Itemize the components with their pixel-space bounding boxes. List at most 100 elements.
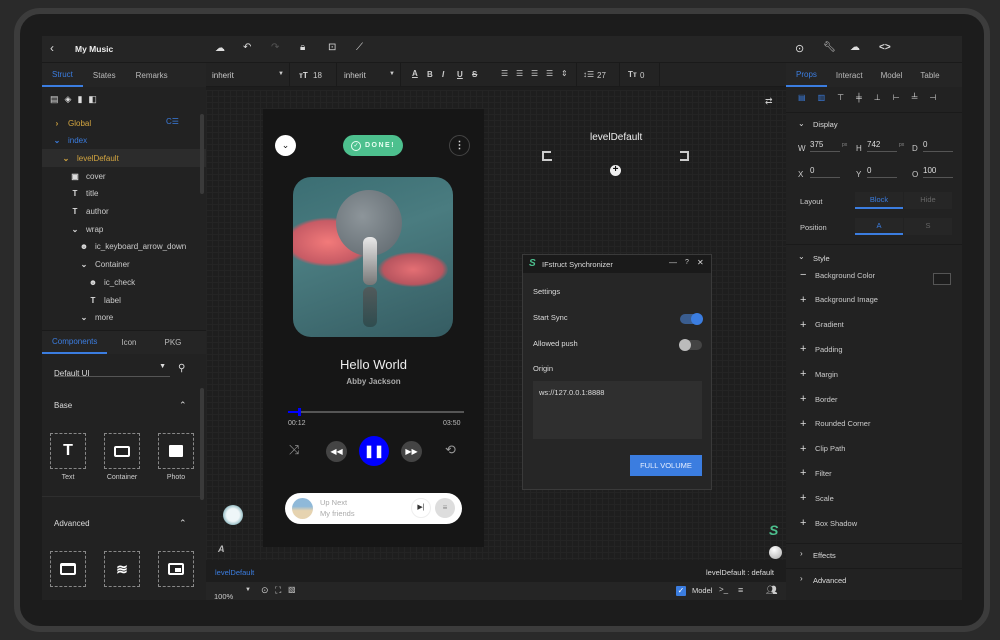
plus-icon[interactable]: + xyxy=(800,517,812,529)
text-color-icon[interactable]: A xyxy=(412,69,418,78)
undo-icon[interactable]: ↶ xyxy=(243,42,251,53)
back-icon[interactable]: ‹ xyxy=(50,41,54,55)
dialog-titlebar[interactable]: S IFstruct Synchronizer — ? ✕ xyxy=(523,255,711,273)
tree-item-leveldefault[interactable]: ⌄ levelDefault xyxy=(42,149,206,168)
filter-icon[interactable]: ≡ xyxy=(738,585,743,595)
pause-button[interactable]: ❚❚ xyxy=(359,436,389,466)
bold-icon[interactable]: B xyxy=(427,70,433,79)
cloud-icon[interactable]: ☁ xyxy=(850,42,860,53)
depth-field[interactable]: 0 xyxy=(923,140,953,152)
fullscreen-icon[interactable]: ⛶ xyxy=(275,585,281,596)
playlist-icon[interactable]: ≡ xyxy=(435,498,455,518)
tab-model[interactable]: Model xyxy=(872,63,912,87)
align-bottom-icon[interactable]: ⊥ xyxy=(874,93,881,102)
height-field[interactable]: 742 xyxy=(867,140,897,152)
plus-icon[interactable]: + xyxy=(800,319,812,331)
layout-block-option[interactable]: Block xyxy=(855,192,903,209)
tree-scrollbar[interactable] xyxy=(200,114,204,194)
tab-components[interactable]: Components xyxy=(42,331,108,354)
tab-interact[interactable]: Interact xyxy=(827,63,872,87)
minus-icon[interactable]: − xyxy=(800,269,812,281)
strikethrough-icon[interactable]: S xyxy=(472,70,477,79)
tree-item-more[interactable]: ⌄ more xyxy=(42,309,206,327)
layers-icon[interactable]: ◈ xyxy=(65,94,72,105)
full-volume-button[interactable]: FULL VOLUME xyxy=(630,455,702,476)
width-field[interactable]: 375 xyxy=(810,140,840,152)
align-top-icon[interactable]: ⊤ xyxy=(837,93,844,102)
align-left-icon[interactable]: ⊢ xyxy=(893,93,900,102)
align-center-icon[interactable]: ╧ xyxy=(912,93,918,102)
italic-icon[interactable]: I xyxy=(442,70,444,79)
style-item-clip-path[interactable]: + Clip Path xyxy=(800,442,845,456)
tree-item-global[interactable]: › Global xyxy=(42,114,206,132)
font-weight-select[interactable]: inherit ▼ xyxy=(338,63,401,87)
fit-screen-icon[interactable]: ⊙ xyxy=(261,585,269,596)
distribute-vertical-icon[interactable]: ▤ xyxy=(798,93,806,102)
collapse-style-icon[interactable]: ⌄ xyxy=(798,252,805,261)
terminal-icon[interactable]: >_ xyxy=(719,585,728,594)
collapse-display-icon[interactable]: ⌄ xyxy=(798,119,805,128)
breadcrumb[interactable]: levelDefault xyxy=(215,568,254,577)
progress-track[interactable] xyxy=(288,408,464,416)
tree-item-wrap[interactable]: ⌄ wrap xyxy=(42,220,206,238)
distribute-horizontal-icon[interactable]: ▥ xyxy=(818,93,826,102)
ifstruct-sync-icon[interactable]: S xyxy=(769,522,778,538)
chevron-down-icon[interactable]: ⌄ xyxy=(59,154,73,163)
close-icon[interactable]: ✕ xyxy=(697,258,704,267)
play-icon[interactable]: ⊙ xyxy=(795,42,804,55)
align-right-icon[interactable]: ⊣ xyxy=(929,93,936,102)
align-right-icon[interactable]: ☰ xyxy=(531,69,538,78)
font-family-select[interactable]: inherit ▼ xyxy=(206,63,290,87)
line-height-field[interactable]: ↕☰ 27 xyxy=(576,63,620,87)
library-scrollbar[interactable] xyxy=(200,388,204,500)
style-item-margin[interactable]: + Margin xyxy=(800,367,838,381)
letter-spacing-field[interactable]: Tт 0 xyxy=(620,63,660,87)
new-page-icon[interactable]: ▤ xyxy=(50,94,59,105)
unlock-icon[interactable]: ⊡ xyxy=(328,42,336,53)
component-container[interactable] xyxy=(104,433,140,469)
origin-input[interactable]: ws://127.0.0.1:8888 xyxy=(533,381,702,439)
plus-icon[interactable]: + xyxy=(800,343,812,355)
help-icon[interactable]: ? xyxy=(685,259,689,266)
progress-thumb[interactable] xyxy=(297,408,301,416)
fast-forward-icon[interactable]: ▶▶ xyxy=(401,441,422,462)
cloud-upload-icon[interactable]: ☁ xyxy=(215,43,225,54)
rewind-icon[interactable]: ◀◀ xyxy=(326,441,347,462)
global-list-icon[interactable]: C☰ xyxy=(166,117,179,126)
align-left-icon[interactable]: ☰ xyxy=(501,69,508,78)
style-item-filter[interactable]: + Filter xyxy=(800,466,832,480)
align-justify-icon[interactable]: ☰ xyxy=(546,69,553,78)
plus-icon[interactable]: + xyxy=(800,368,812,380)
floating-assistant-button[interactable] xyxy=(223,505,243,525)
model-checkbox[interactable]: ✓ xyxy=(676,586,686,596)
wrench-icon[interactable]: 🔧︎ xyxy=(823,42,836,53)
underline-icon[interactable]: U xyxy=(457,70,463,79)
tree-item-ic-keyboard-arrow-down[interactable]: ☻ ic_keyboard_arrow_down xyxy=(42,238,206,256)
lock-icon[interactable]: 🔒︎ xyxy=(300,42,305,53)
minimize-icon[interactable]: — xyxy=(669,258,677,267)
tree-item-cover[interactable]: ▣ cover xyxy=(42,167,206,185)
vertical-align-icon[interactable]: ⇕ xyxy=(561,69,568,78)
expand-effects-icon[interactable]: › xyxy=(800,549,803,558)
position-absolute-option[interactable]: A xyxy=(855,218,903,235)
component-photo[interactable] xyxy=(158,433,194,469)
tree-item-ic-check[interactable]: ☻ ic_check xyxy=(42,273,206,291)
collapse-base-icon[interactable]: ⌃ xyxy=(179,400,187,411)
style-item-box-shadow[interactable]: + Box Shadow xyxy=(800,516,857,530)
style-item-scale[interactable]: + Scale xyxy=(800,491,834,505)
chevron-down-icon[interactable]: ⌄ xyxy=(50,136,64,145)
expand-advanced-icon[interactable]: › xyxy=(800,574,803,583)
align-center-icon[interactable]: ☰ xyxy=(516,69,523,78)
x-field[interactable]: 0 xyxy=(810,166,840,178)
position-static-option[interactable]: S xyxy=(904,218,952,235)
tab-states[interactable]: States xyxy=(83,63,126,87)
shield-icon[interactable] xyxy=(769,546,782,559)
align-middle-icon[interactable]: ╪ xyxy=(856,93,862,102)
plus-icon[interactable]: + xyxy=(800,467,812,479)
transparency-icon[interactable]: ▧ xyxy=(288,585,296,594)
style-item-padding[interactable]: + Padding xyxy=(800,342,843,356)
effects-heading[interactable]: Effects xyxy=(813,551,836,560)
tab-props[interactable]: Props xyxy=(786,63,827,87)
zoom-select[interactable]: 100% ▼ xyxy=(214,586,256,600)
chevron-right-icon[interactable]: › xyxy=(50,119,64,128)
